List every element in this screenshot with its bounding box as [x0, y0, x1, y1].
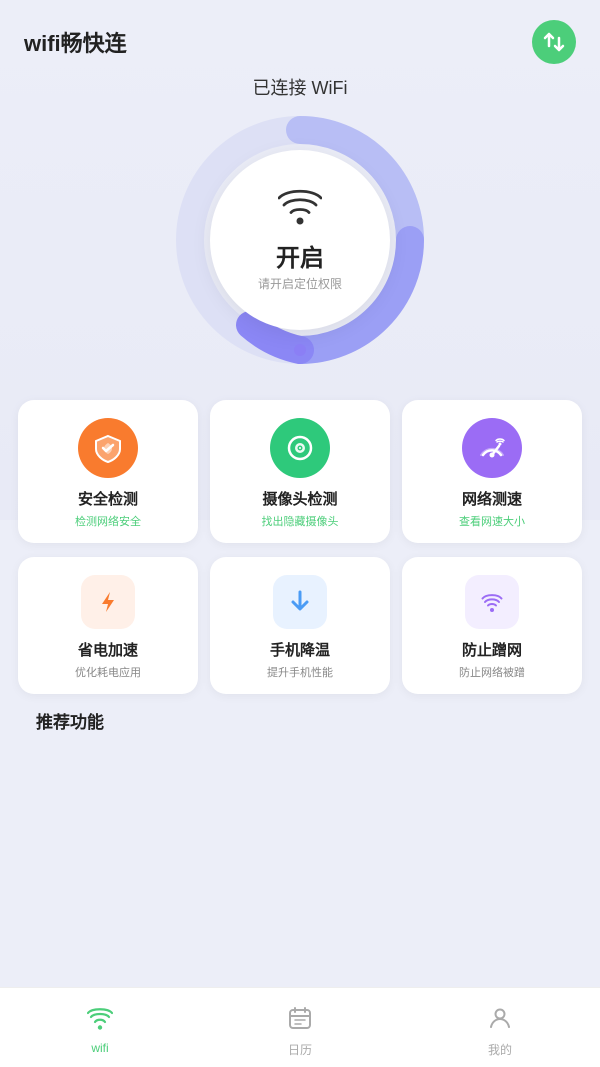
camera-sub: 找出隐藏摄像头	[262, 513, 339, 529]
cool-sub: 提升手机性能	[267, 664, 333, 680]
battery-title: 省电加速	[78, 639, 138, 660]
cool-title: 手机降温	[270, 639, 330, 660]
camera-icon-circle	[270, 418, 330, 478]
bottom-section: 推荐功能	[18, 708, 582, 733]
bolt-icon	[94, 588, 122, 616]
arrow-down-icon	[286, 588, 314, 616]
app-title: wifi畅快连	[24, 26, 127, 58]
nav-wifi-label: wifi	[91, 1041, 108, 1055]
cool-icon-square	[273, 575, 327, 629]
header: wifi畅快连	[0, 0, 600, 74]
features-row-bottom: 省电加速 优化耗电应用 手机降温 提升手机性能	[18, 557, 582, 694]
protect-title: 防止蹭网	[462, 639, 522, 660]
ring-sub-text: 请开启定位权限	[258, 275, 342, 292]
speed-icon-circle	[462, 418, 522, 478]
speed-sub: 查看网速大小	[459, 513, 525, 529]
bottom-nav: wifi 日历 我的	[0, 987, 600, 1067]
nav-profile-label: 我的	[488, 1041, 512, 1058]
security-icon-circle	[78, 418, 138, 478]
protect-icon-square	[465, 575, 519, 629]
nav-calendar-label: 日历	[288, 1041, 312, 1058]
wifi-center-icon	[278, 189, 322, 234]
wifi-ring-container[interactable]: 开启 请开启定位权限	[170, 110, 430, 370]
camera-icon	[285, 433, 315, 463]
ring-inner: 开启 请开启定位权限	[210, 150, 390, 330]
camera-title: 摄像头检测	[262, 488, 337, 509]
feature-card-speed[interactable]: 网络测速 查看网速大小	[402, 400, 582, 543]
battery-icon-square	[81, 575, 135, 629]
header-action-button[interactable]	[532, 20, 576, 64]
speed-title: 网络测速	[462, 488, 522, 509]
battery-sub: 优化耗电应用	[75, 664, 141, 680]
security-title: 安全检测	[78, 488, 138, 509]
nav-wifi-icon	[87, 1008, 113, 1037]
features-row-top: 安全检测 检测网络安全 摄像头检测 找出隐藏摄像头	[18, 400, 582, 543]
feature-card-protect[interactable]: 防止蹭网 防止网络被蹭	[402, 557, 582, 694]
security-sub: 检测网络安全	[75, 513, 141, 529]
feature-card-battery[interactable]: 省电加速 优化耗电应用	[18, 557, 198, 694]
bottom-section-title: 推荐功能	[36, 703, 104, 732]
shield-wifi-icon	[478, 588, 506, 616]
nav-item-wifi[interactable]: wifi	[0, 1000, 200, 1055]
nav-profile-icon	[488, 1006, 512, 1037]
protect-sub: 防止网络被蹭	[459, 664, 525, 680]
nav-item-profile[interactable]: 我的	[400, 998, 600, 1058]
wifi-status-label: 已连接 WiFi	[0, 74, 600, 100]
feature-card-security[interactable]: 安全检测 检测网络安全	[18, 400, 198, 543]
transfer-icon	[542, 30, 566, 54]
feature-card-camera[interactable]: 摄像头检测 找出隐藏摄像头	[210, 400, 390, 543]
ring-dot	[294, 344, 306, 356]
ring-main-text: 开启	[276, 238, 324, 273]
nav-calendar-icon	[288, 1006, 312, 1037]
features-section: 安全检测 检测网络安全 摄像头检测 找出隐藏摄像头	[0, 400, 600, 733]
shield-icon	[93, 433, 123, 463]
speedometer-icon	[477, 433, 507, 463]
feature-card-cool[interactable]: 手机降温 提升手机性能	[210, 557, 390, 694]
nav-item-calendar[interactable]: 日历	[200, 998, 400, 1058]
